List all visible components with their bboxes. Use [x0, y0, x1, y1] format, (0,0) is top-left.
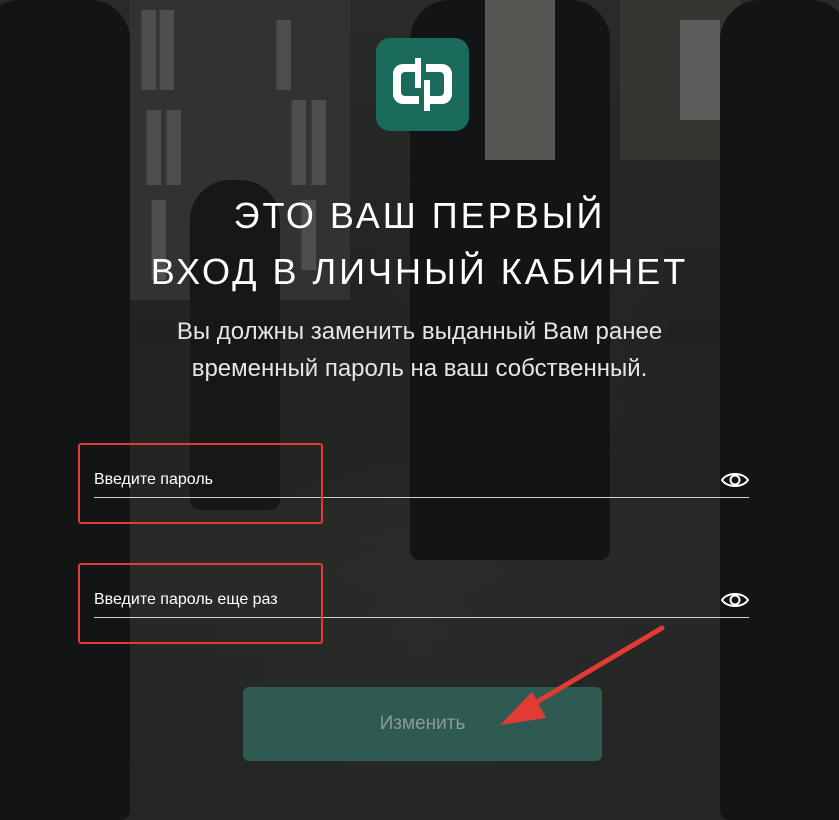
subtitle-line-1: Вы должны заменить выданный Вам ранее [176, 318, 663, 345]
highlight-box-password-repeat [78, 563, 323, 644]
page-title: ЭТО ВАШ ПЕРВЫЙ ВХОД В ЛИЧНЫЙ КАБИНЕТ [0, 188, 839, 300]
title-line-2: ВХОД В ЛИЧНЫЙ КАБИНЕТ [150, 251, 689, 292]
subtitle-line-2: временный пароль на ваш собственный. [191, 355, 648, 382]
annotation-arrow-icon [500, 625, 665, 725]
company-logo [376, 38, 469, 131]
title-line-1: ЭТО ВАШ ПЕРВЫЙ [233, 195, 606, 236]
logo-mark-icon [393, 58, 452, 111]
highlight-box-password [78, 443, 323, 524]
eye-icon[interactable] [721, 469, 749, 491]
page-subtitle: Вы должны заменить выданный Вам ранее вр… [0, 313, 839, 387]
eye-icon[interactable] [721, 589, 749, 611]
